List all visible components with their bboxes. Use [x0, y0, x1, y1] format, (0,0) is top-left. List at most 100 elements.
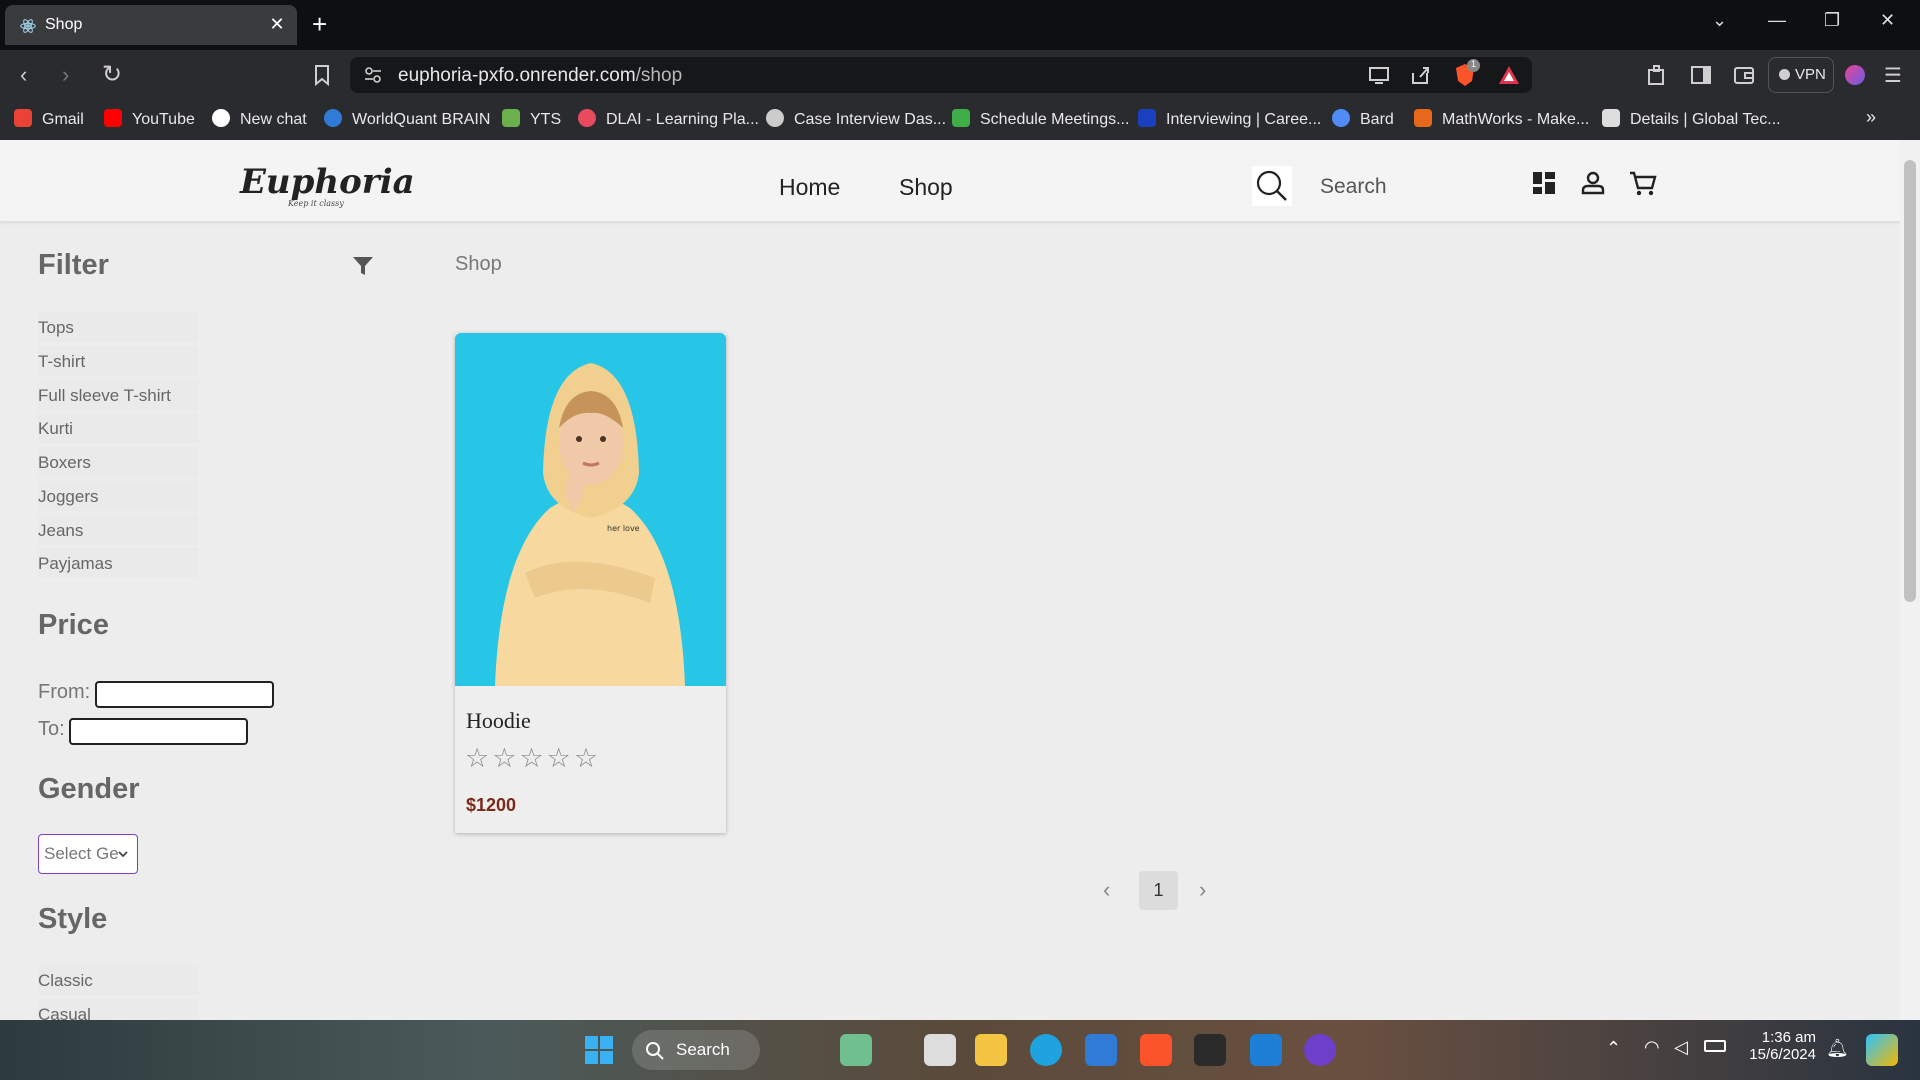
- bookmark-case-interview[interactable]: Case Interview Das...: [766, 109, 946, 129]
- price-from-input[interactable]: [95, 681, 274, 708]
- chatgpt-icon: [212, 109, 230, 127]
- bookmark-mathworks[interactable]: MathWorks - Make...: [1414, 109, 1589, 129]
- github-desktop-icon[interactable]: [1304, 1034, 1336, 1066]
- url-text[interactable]: euphoria-pxfo.onrender.com/shop: [398, 65, 682, 87]
- copilot-icon[interactable]: [1866, 1034, 1898, 1066]
- breadcrumb[interactable]: Shop: [455, 253, 502, 276]
- notification-bell-icon[interactable]: 🔔︎: [1826, 1038, 1849, 1059]
- tab-search-chevron-icon[interactable]: ⌄: [1712, 10, 1727, 31]
- menu-icon[interactable]: ☰: [1884, 63, 1902, 88]
- reload-icon[interactable]: ↻: [102, 60, 122, 89]
- brave-taskbar-icon[interactable]: [1140, 1034, 1172, 1066]
- star-icon[interactable]: ☆: [465, 743, 492, 773]
- bookmark-dlai[interactable]: DLAI - Learning Pla...: [578, 109, 759, 129]
- profile-avatar[interactable]: [1845, 65, 1865, 85]
- store-icon[interactable]: [1085, 1034, 1117, 1066]
- vpn-badge[interactable]: VPN: [1768, 57, 1834, 93]
- bookmark-bard[interactable]: Bard: [1332, 109, 1394, 129]
- pagination-page-1[interactable]: 1: [1139, 871, 1178, 910]
- bookmark-schedule-meetings[interactable]: Schedule Meetings...: [952, 109, 1129, 129]
- user-icon[interactable]: [1581, 171, 1605, 195]
- product-rating[interactable]: ☆☆☆☆☆: [465, 743, 601, 774]
- bookmark-yts[interactable]: YTS: [502, 109, 561, 129]
- widgets-icon[interactable]: [840, 1034, 872, 1066]
- site-logo[interactable]: Euphoria: [240, 162, 415, 202]
- nav-shop[interactable]: Shop: [899, 174, 953, 201]
- more-bookmarks-icon[interactable]: »: [1866, 107, 1876, 128]
- pagination-prev-icon[interactable]: ‹: [1103, 877, 1110, 903]
- brave-shields-icon[interactable]: 1: [1454, 59, 1480, 92]
- url-domain: euphoria-pxfo.onrender.com: [398, 65, 636, 86]
- search-input[interactable]: Search: [1320, 175, 1387, 199]
- worldquant-icon: [324, 109, 342, 127]
- star-icon[interactable]: ☆: [519, 743, 546, 773]
- bookmark-details-global[interactable]: Details | Global Tec...: [1602, 109, 1781, 129]
- site-info-icon[interactable]: [364, 66, 382, 84]
- browser-tab-shop[interactable]: Shop ✕: [5, 5, 297, 45]
- wifi-icon[interactable]: ◠: [1644, 1037, 1660, 1058]
- share-icon[interactable]: [1410, 65, 1432, 85]
- category-item-jeans[interactable]: Jeans: [38, 515, 198, 545]
- star-icon[interactable]: ☆: [492, 743, 519, 773]
- dashboard-icon[interactable]: [1532, 171, 1556, 195]
- file-explorer-icon[interactable]: [975, 1034, 1007, 1066]
- price-to-input[interactable]: [69, 718, 248, 745]
- restore-icon[interactable]: ❐: [1824, 10, 1840, 31]
- start-icon[interactable]: [584, 1035, 614, 1065]
- wallet-icon[interactable]: [1733, 65, 1755, 85]
- product-image[interactable]: her love: [455, 333, 726, 686]
- cast-icon[interactable]: [1368, 65, 1390, 85]
- clock-time: 1:36 am: [1761, 1029, 1816, 1046]
- bookmark-icon[interactable]: [314, 64, 330, 86]
- bookmark-youtube[interactable]: YouTube: [104, 109, 195, 129]
- product-title[interactable]: Hoodie: [466, 708, 531, 734]
- bookmark-new-chat[interactable]: New chat: [212, 109, 307, 129]
- price-from-label: From:: [38, 681, 91, 703]
- vscode-icon[interactable]: [1250, 1034, 1282, 1066]
- calendar-icon: [952, 109, 970, 127]
- category-item-payjamas[interactable]: Payjamas: [38, 548, 198, 578]
- battery-icon[interactable]: [1704, 1040, 1726, 1052]
- sidebar-toggle-icon[interactable]: [1690, 64, 1712, 86]
- category-item-full-sleeve[interactable]: Full sleeve T-shirt: [38, 380, 198, 410]
- bookmark-worldquant[interactable]: WorldQuant BRAIN: [324, 109, 490, 129]
- address-bar[interactable]: euphoria-pxfo.onrender.com/shop 1: [350, 57, 1532, 93]
- new-tab-button[interactable]: +: [312, 9, 327, 40]
- tray-overflow-icon[interactable]: ⌃: [1606, 1038, 1621, 1059]
- category-item-tops[interactable]: Tops: [38, 312, 198, 342]
- style-item-classic[interactable]: Classic: [38, 965, 198, 995]
- search-button[interactable]: [1252, 166, 1292, 206]
- web-page: Euphoria Keep it classy Home Shop Search…: [0, 140, 1900, 1020]
- extensions-icon[interactable]: [1646, 64, 1668, 86]
- terminal-icon[interactable]: [1194, 1034, 1226, 1066]
- product-card[interactable]: her love Hoodie ☆☆☆☆☆ $1200: [455, 333, 726, 833]
- star-icon[interactable]: ☆: [574, 743, 601, 773]
- category-item-kurti[interactable]: Kurti: [38, 413, 198, 443]
- taskbar-clock[interactable]: 1:36 am 15/6/2024: [1726, 1029, 1816, 1063]
- volume-icon[interactable]: ◁: [1674, 1037, 1688, 1058]
- category-item-boxers[interactable]: Boxers: [38, 447, 198, 477]
- tab-close-icon[interactable]: ✕: [267, 14, 287, 35]
- task-view-icon[interactable]: [924, 1034, 956, 1066]
- bookmark-gmail[interactable]: Gmail: [14, 109, 84, 129]
- svg-text:her love: her love: [607, 524, 640, 533]
- pagination-next-icon[interactable]: ›: [1199, 877, 1206, 903]
- scrollbar-thumb[interactable]: [1904, 160, 1916, 602]
- cart-icon[interactable]: [1629, 171, 1657, 197]
- edge-icon[interactable]: [1030, 1034, 1062, 1066]
- brave-rewards-icon[interactable]: [1498, 65, 1520, 85]
- nav-home[interactable]: Home: [779, 174, 840, 201]
- bookmark-interviewing[interactable]: Interviewing | Caree...: [1138, 109, 1321, 129]
- minimize-icon[interactable]: —: [1768, 10, 1786, 31]
- logo-tagline: Keep it classy: [288, 199, 344, 208]
- gmail-icon: [14, 109, 32, 127]
- window-close-icon[interactable]: ✕: [1880, 10, 1895, 31]
- forward-icon[interactable]: ›: [62, 62, 69, 88]
- back-icon[interactable]: ‹: [20, 62, 27, 88]
- star-icon[interactable]: ☆: [547, 743, 574, 773]
- style-item-casual[interactable]: Casual: [38, 999, 198, 1020]
- category-item-tshirt[interactable]: T-shirt: [38, 346, 198, 376]
- dlai-icon: [578, 109, 596, 127]
- category-item-joggers[interactable]: Joggers: [38, 481, 198, 511]
- filter-icon[interactable]: [352, 255, 374, 277]
